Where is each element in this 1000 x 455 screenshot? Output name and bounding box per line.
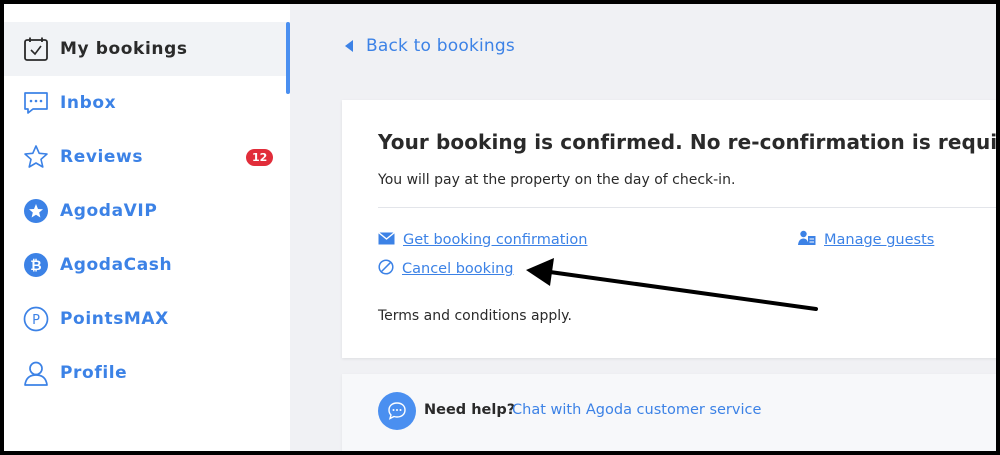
annotation-arrow: [526, 258, 818, 311]
app-window: My bookings Inbox Reviews 12 AgodaVIP ₿: [4, 4, 996, 451]
